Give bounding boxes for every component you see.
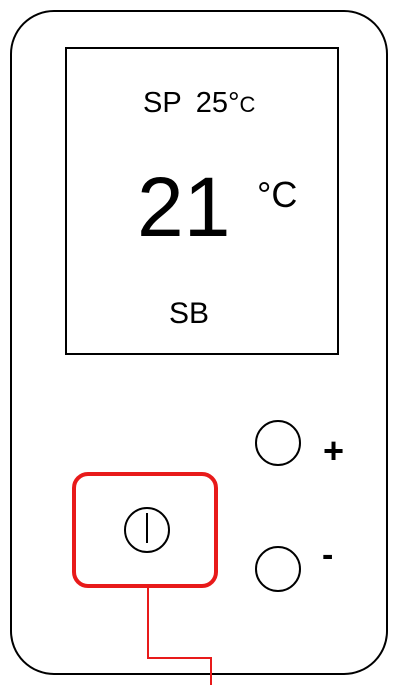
power-button[interactable] (124, 507, 170, 553)
thermostat-display: SP 25°C 21 °C SB (65, 47, 339, 355)
decrease-label: - (322, 536, 334, 574)
increase-button[interactable] (255, 420, 301, 466)
setpoint-value: 25° (195, 87, 240, 119)
current-temperature: 21 (137, 160, 231, 254)
decrease-button[interactable] (255, 546, 301, 592)
power-icon (146, 513, 148, 543)
mode-indicator: SB (169, 297, 210, 330)
setpoint-unit: C (239, 92, 256, 117)
setpoint-label: SP (143, 87, 182, 119)
setpoint-readout: SP 25°C (143, 89, 255, 118)
current-temperature-unit: °C (257, 174, 298, 215)
increase-label: + (323, 430, 345, 471)
